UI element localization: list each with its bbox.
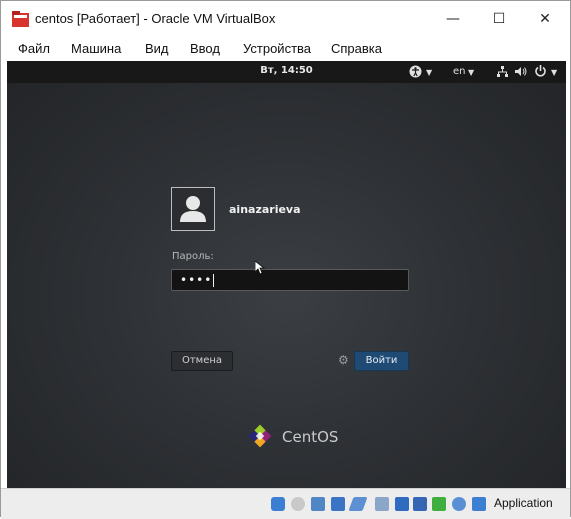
keyboard-icon[interactable] (472, 497, 486, 511)
clock[interactable]: Вт, 14:50 (7, 65, 566, 76)
system-menu-arrow-icon: ▼ (551, 68, 558, 77)
vm-display[interactable]: Вт, 14:50 ▼ en ▼ ▼ ainazarieva Пароль: •… (7, 61, 566, 488)
power-icon[interactable] (535, 65, 546, 78)
optical-icon[interactable] (291, 497, 305, 511)
maximize-button[interactable]: ☐ (476, 1, 522, 37)
recording-icon[interactable] (413, 497, 427, 511)
network-adapter-icon[interactable] (331, 497, 345, 511)
mouse-pointer-icon (255, 261, 265, 275)
gear-icon[interactable]: ⚙ (338, 353, 349, 367)
usb-icon[interactable] (348, 497, 368, 511)
menu-view[interactable]: Вид (145, 41, 169, 56)
menu-help[interactable]: Справка (331, 41, 382, 56)
shared-folder-icon[interactable] (375, 497, 389, 511)
user-avatar[interactable] (171, 187, 215, 231)
host-key-label: Application (494, 496, 553, 510)
volume-icon[interactable] (515, 66, 527, 77)
password-field[interactable]: •••• (171, 269, 409, 291)
hdd-icon[interactable] (271, 497, 285, 511)
audio-icon[interactable] (311, 497, 325, 511)
title-bar: centos [Работает] - Oracle VM VirtualBox… (1, 1, 570, 37)
login-button[interactable]: Войти (354, 351, 409, 371)
text-caret (213, 274, 215, 287)
menu-machine[interactable]: Машина (71, 41, 121, 56)
menu-file[interactable]: Файл (18, 41, 50, 56)
centos-logo-text: CentOS (282, 428, 339, 446)
password-dots: •••• (180, 273, 213, 287)
display-icon[interactable] (395, 497, 409, 511)
language-indicator[interactable]: en (453, 66, 466, 77)
menu-devices[interactable]: Устройства (243, 41, 311, 56)
close-icon: ✕ (539, 11, 551, 27)
centos-logo-icon (248, 424, 272, 448)
user-icon (180, 196, 206, 222)
cancel-button[interactable]: Отмена (171, 351, 233, 371)
cpu-icon[interactable] (432, 497, 446, 511)
status-bar: Application (1, 488, 570, 519)
password-label: Пароль: (172, 251, 214, 262)
minimize-icon: — (446, 11, 460, 27)
password-value: •••• (180, 273, 215, 287)
language-menu-arrow-icon: ▼ (468, 68, 475, 77)
window-title: centos [Работает] - Oracle VM VirtualBox (35, 11, 276, 26)
mouse-integration-icon[interactable] (452, 497, 466, 511)
accessibility-icon[interactable] (409, 65, 422, 78)
gnome-top-bar: Вт, 14:50 ▼ en ▼ ▼ (7, 61, 566, 83)
virtualbox-app-icon (12, 11, 29, 27)
menu-input[interactable]: Ввод (190, 41, 220, 56)
username: ainazarieva (229, 203, 301, 216)
accessibility-menu-arrow-icon: ▼ (426, 68, 433, 77)
virtualbox-window: centos [Работает] - Oracle VM VirtualBox… (0, 0, 571, 519)
maximize-icon: ☐ (492, 11, 506, 27)
network-icon[interactable] (497, 66, 508, 77)
minimize-button[interactable]: — (430, 1, 476, 37)
close-button[interactable]: ✕ (522, 1, 568, 37)
menu-bar: Файл Машина Вид Ввод Устройства Справка (1, 37, 570, 61)
